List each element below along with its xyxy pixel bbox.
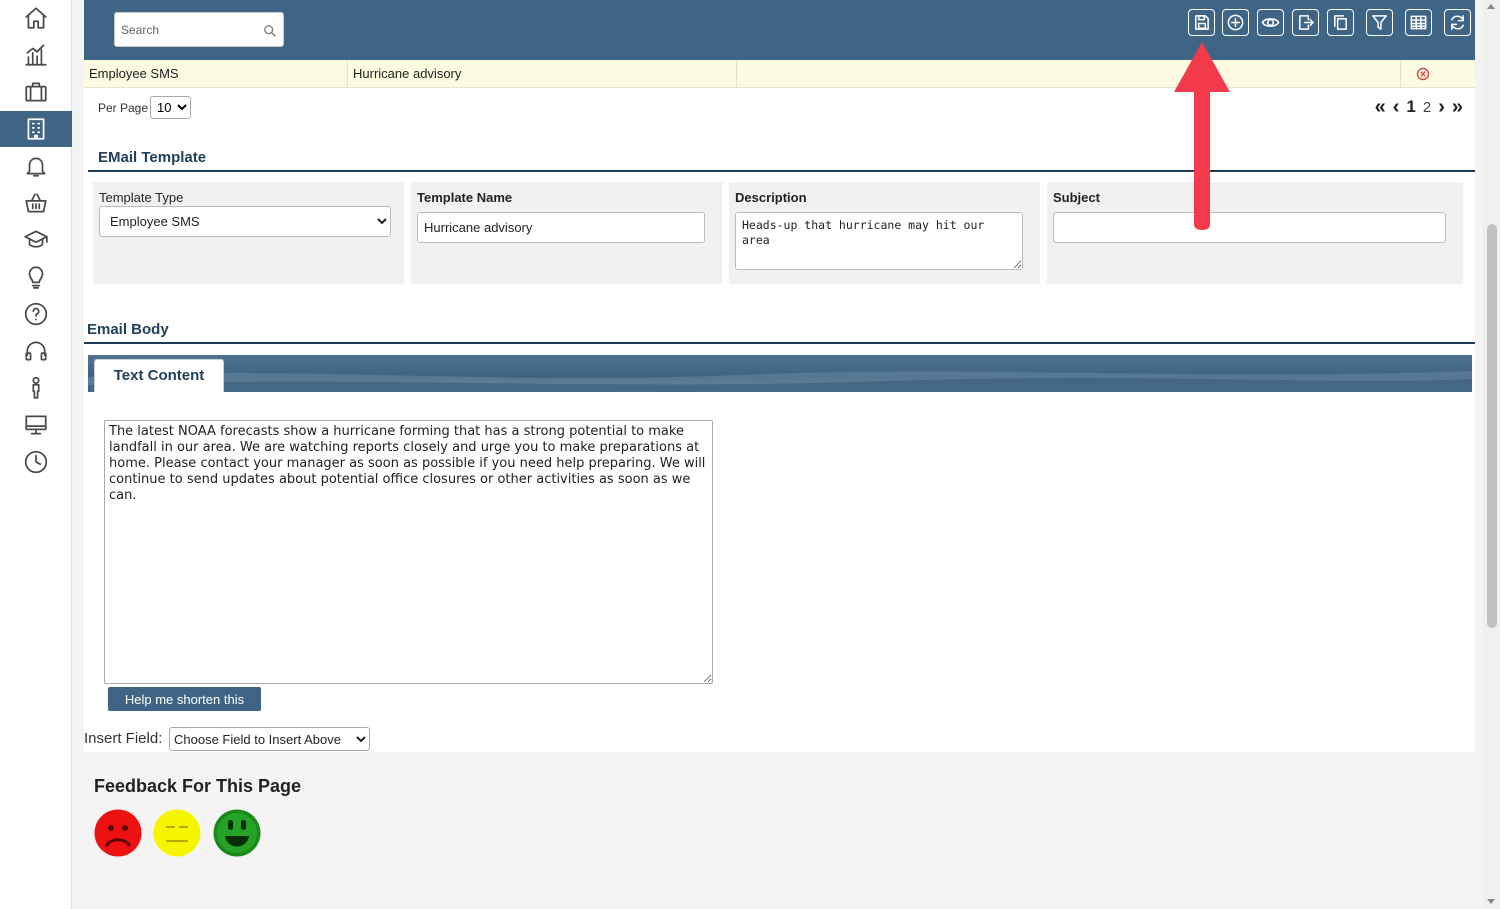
- per-page-select[interactable]: 10: [150, 96, 192, 119]
- save-icon: [1195, 15, 1209, 30]
- scroll-up-icon[interactable]: [1487, 4, 1495, 9]
- email-template-title: EMail Template: [98, 149, 207, 166]
- filter-icon: [1372, 15, 1387, 30]
- cell-template-name: Hurricane advisory: [348, 60, 737, 88]
- add-button[interactable]: [1222, 9, 1249, 36]
- export-button[interactable]: [1292, 9, 1319, 36]
- help-shorten-button[interactable]: Help me shorten this: [108, 687, 261, 711]
- briefcase-icon: [25, 82, 47, 102]
- section-divider: [84, 342, 1475, 344]
- email-body-title: Email Body: [87, 321, 169, 338]
- delete-row-icon[interactable]: [1416, 67, 1430, 81]
- subject-card: Subject: [1047, 182, 1463, 284]
- filter-button[interactable]: [1366, 9, 1393, 36]
- happy-face-button[interactable]: [213, 809, 261, 857]
- template-type-select[interactable]: Employee SMS: [99, 206, 391, 237]
- per-page-label: Per Page: [98, 100, 149, 115]
- sidebar-item-support[interactable]: [0, 333, 72, 369]
- feedback-title: Feedback For This Page: [94, 776, 302, 796]
- description-textarea[interactable]: Heads-up that hurricane may hit our area: [735, 212, 1023, 270]
- sidebar-item-home[interactable]: [0, 0, 72, 36]
- main-panel: Employee SMS Hurricane advisory Per Page…: [84, 0, 1475, 752]
- sidebar-item-training[interactable]: [0, 222, 72, 258]
- refresh-icon: [1451, 15, 1464, 30]
- description-label: Description: [735, 190, 807, 205]
- preview-icon: [1261, 18, 1280, 27]
- first-page-button[interactable]: «: [1375, 97, 1386, 117]
- grid-icon: [1410, 15, 1427, 30]
- sidebar-item-devices[interactable]: [0, 407, 72, 443]
- sidebar-item-ideas[interactable]: [0, 259, 72, 295]
- clock-icon: [24, 450, 48, 474]
- toolbar: [84, 0, 1475, 60]
- search-input[interactable]: [119, 20, 259, 40]
- monitor-icon: [25, 415, 47, 435]
- description-card: Description Heads-up that hurricane may …: [729, 182, 1040, 284]
- refresh-button[interactable]: [1444, 9, 1471, 36]
- last-page-button[interactable]: »: [1452, 97, 1463, 117]
- analytics-icon: [25, 44, 47, 66]
- home-icon: [25, 7, 47, 29]
- next-page-button[interactable]: ›: [1438, 97, 1445, 117]
- template-name-label: Template Name: [417, 190, 513, 205]
- add-icon: [1227, 14, 1244, 31]
- wave-decoration: [88, 371, 1472, 392]
- tab-bar: Text Content: [88, 355, 1472, 392]
- person-icon: [32, 376, 40, 399]
- prev-page-button[interactable]: ‹: [1393, 97, 1400, 117]
- happy-face-icon: [213, 809, 261, 857]
- pagination: « ‹ 1 2 › »: [1368, 96, 1463, 118]
- copy-icon: [1334, 15, 1347, 30]
- template-name-input[interactable]: [417, 212, 705, 243]
- graduation-cap-icon: [24, 230, 48, 248]
- building-icon: [27, 118, 45, 140]
- sidebar-item-help[interactable]: [0, 296, 72, 332]
- sidebar-item-notifications[interactable]: [0, 148, 72, 184]
- subject-label: Subject: [1053, 190, 1100, 205]
- sidebar-item-history[interactable]: [0, 444, 72, 480]
- email-body-textarea[interactable]: The latest NOAA forecasts show a hurrica…: [104, 420, 713, 684]
- subject-input[interactable]: [1053, 212, 1446, 243]
- sad-face-button[interactable]: [94, 809, 142, 857]
- sidebar-item-jobs[interactable]: [0, 74, 72, 110]
- page-2-link[interactable]: 2: [1423, 99, 1431, 116]
- search-box: [114, 12, 284, 47]
- sidebar: [0, 0, 72, 909]
- copy-button[interactable]: [1327, 9, 1354, 36]
- sad-face-icon: [94, 809, 142, 857]
- scroll-down-icon[interactable]: [1487, 899, 1495, 904]
- cell-template-type: Employee SMS: [84, 60, 348, 88]
- table-row[interactable]: Employee SMS Hurricane advisory: [84, 60, 1475, 88]
- template-type-label: Template Type: [99, 190, 184, 205]
- insert-field-label: Insert Field:: [84, 730, 163, 747]
- tab-text-content[interactable]: Text Content: [94, 359, 224, 392]
- sidebar-item-shop[interactable]: [0, 185, 72, 221]
- per-page-control: Per Page 10: [98, 96, 192, 119]
- page-scrollbar[interactable]: [1483, 0, 1500, 909]
- help-icon: [24, 302, 48, 326]
- bell-icon: [26, 157, 46, 177]
- template-name-card: Template Name: [411, 182, 722, 284]
- search-icon[interactable]: [263, 23, 277, 37]
- preview-button[interactable]: [1257, 9, 1284, 36]
- lightbulb-icon: [28, 266, 44, 289]
- sidebar-item-company[interactable]: [0, 111, 72, 147]
- sidebar-item-analytics[interactable]: [0, 37, 72, 73]
- scroll-thumb[interactable]: [1487, 224, 1497, 628]
- section-divider: [88, 170, 1475, 172]
- cell-description: [737, 60, 1401, 88]
- export-icon: [1299, 15, 1314, 30]
- neutral-face-button[interactable]: [153, 809, 201, 857]
- basket-icon: [25, 193, 47, 213]
- neutral-face-icon: [153, 809, 201, 857]
- insert-field-select[interactable]: Choose Field to Insert Above: [169, 727, 370, 751]
- sidebar-item-people[interactable]: [0, 370, 72, 406]
- save-button[interactable]: [1188, 9, 1215, 36]
- current-page: 1: [1406, 97, 1416, 116]
- headset-icon: [25, 341, 47, 361]
- columns-button[interactable]: [1405, 9, 1432, 36]
- template-type-card: Template Type Employee SMS: [93, 182, 404, 284]
